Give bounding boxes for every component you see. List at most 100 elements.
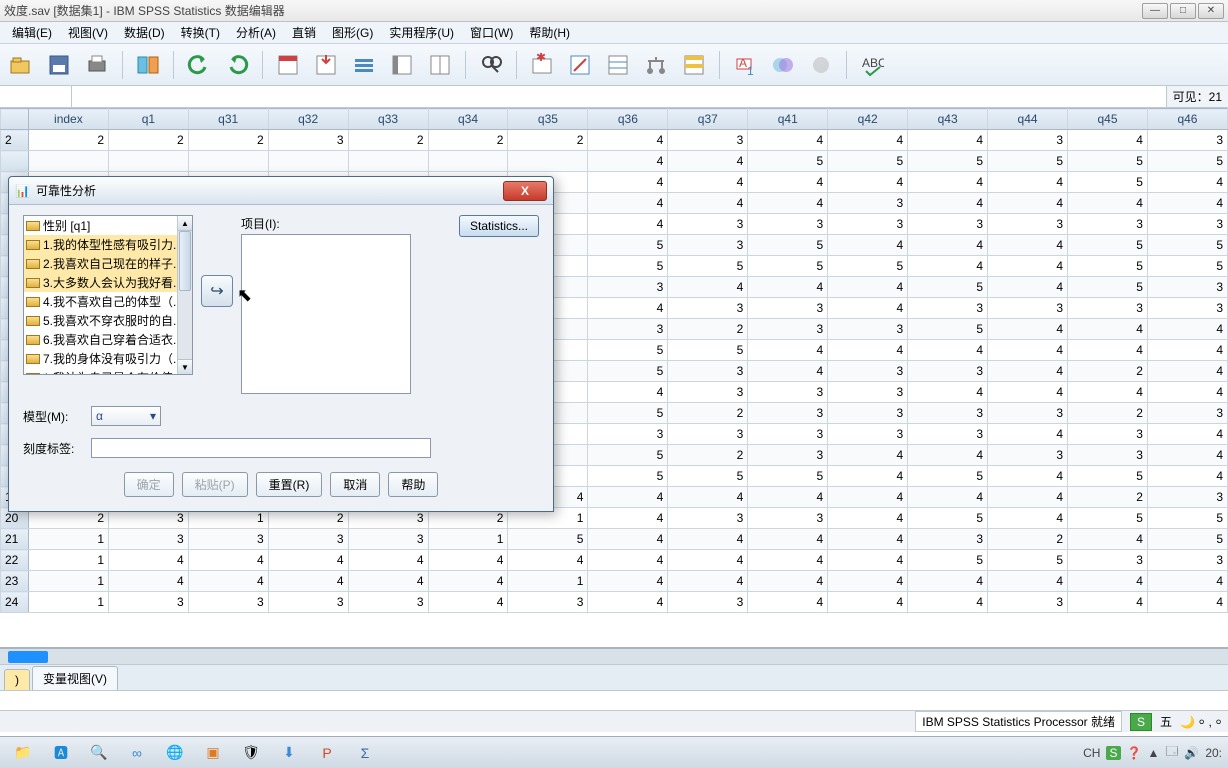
data-cell[interactable]: 5 <box>828 151 908 172</box>
tab-variable-view[interactable]: 变量视图(V) <box>32 666 118 690</box>
data-cell[interactable]: 2 <box>348 130 428 151</box>
data-cell[interactable]: 3 <box>668 235 748 256</box>
data-cell[interactable]: 4 <box>668 487 748 508</box>
data-cell[interactable] <box>348 151 428 172</box>
data-cell[interactable]: 5 <box>908 277 988 298</box>
data-cell[interactable]: 4 <box>588 508 668 529</box>
data-cell[interactable]: 5 <box>988 550 1068 571</box>
data-cell[interactable]: 3 <box>748 319 828 340</box>
data-cell[interactable]: 4 <box>908 487 988 508</box>
tray-up-icon[interactable]: ▲ <box>1147 746 1159 760</box>
data-cell[interactable]: 3 <box>109 592 189 613</box>
data-cell[interactable]: 4 <box>668 193 748 214</box>
data-cell[interactable]: 5 <box>1068 151 1148 172</box>
data-cell[interactable]: 4 <box>1147 361 1227 382</box>
tray-time[interactable]: 20: <box>1205 746 1222 760</box>
col-header[interactable]: q35 <box>508 109 588 130</box>
data-cell[interactable]: 5 <box>908 508 988 529</box>
data-cell[interactable] <box>28 151 108 172</box>
data-cell[interactable]: 3 <box>908 403 988 424</box>
data-cell[interactable]: 4 <box>1068 529 1148 550</box>
recall-dialog-icon[interactable] <box>133 50 163 80</box>
col-header[interactable]: q33 <box>348 109 428 130</box>
data-cell[interactable]: 2 <box>109 130 189 151</box>
data-cell[interactable]: 4 <box>588 151 668 172</box>
data-cell[interactable]: 4 <box>748 193 828 214</box>
data-cell[interactable]: 4 <box>588 529 668 550</box>
data-cell[interactable]: 5 <box>1147 508 1227 529</box>
tray-ch[interactable]: CH <box>1083 746 1100 760</box>
help-button[interactable]: 帮助 <box>388 472 438 497</box>
variable-item[interactable]: 1.我认为自己是个有价值... <box>24 368 177 375</box>
maximize-button[interactable]: □ <box>1170 3 1196 19</box>
data-cell[interactable]: 4 <box>828 172 908 193</box>
col-header[interactable]: q32 <box>268 109 348 130</box>
data-cell[interactable]: 4 <box>908 130 988 151</box>
data-cell[interactable]: 4 <box>508 550 588 571</box>
data-cell[interactable]: 4 <box>588 550 668 571</box>
data-cell[interactable]: 5 <box>748 256 828 277</box>
col-header[interactable]: index <box>28 109 108 130</box>
data-cell[interactable]: 5 <box>828 256 908 277</box>
row-number[interactable]: 21 <box>1 529 29 550</box>
data-cell[interactable]: 1 <box>28 592 108 613</box>
data-cell[interactable]: 3 <box>668 214 748 235</box>
data-cell[interactable]: 3 <box>348 529 428 550</box>
data-cell[interactable]: 3 <box>908 298 988 319</box>
data-cell[interactable]: 4 <box>988 319 1068 340</box>
data-cell[interactable]: 4 <box>748 529 828 550</box>
data-cell[interactable]: 4 <box>828 529 908 550</box>
col-header[interactable]: q43 <box>908 109 988 130</box>
data-cell[interactable]: 3 <box>908 214 988 235</box>
data-cell[interactable]: 3 <box>1147 214 1227 235</box>
data-cell[interactable]: 5 <box>588 340 668 361</box>
data-cell[interactable]: 4 <box>588 130 668 151</box>
data-cell[interactable]: 4 <box>748 277 828 298</box>
data-cell[interactable]: 4 <box>908 592 988 613</box>
data-cell[interactable]: 3 <box>748 508 828 529</box>
data-cell[interactable]: 4 <box>988 172 1068 193</box>
model-combo[interactable]: α ▾ <box>91 406 161 426</box>
data-cell[interactable]: 4 <box>1147 172 1227 193</box>
data-cell[interactable]: 5 <box>668 466 748 487</box>
data-cell[interactable]: 4 <box>908 382 988 403</box>
col-header[interactable]: q45 <box>1068 109 1148 130</box>
data-cell[interactable]: 4 <box>908 340 988 361</box>
scroll-thumb[interactable] <box>179 231 191 291</box>
data-cell[interactable]: 3 <box>908 529 988 550</box>
data-cell[interactable]: 5 <box>1147 235 1227 256</box>
task-chrome-icon[interactable]: 🌐 <box>158 740 192 766</box>
col-header[interactable]: q34 <box>428 109 508 130</box>
data-cell[interactable]: 5 <box>588 403 668 424</box>
data-cell[interactable]: 3 <box>1068 445 1148 466</box>
data-cell[interactable]: 4 <box>588 172 668 193</box>
show-all-icon[interactable] <box>806 50 836 80</box>
data-cell[interactable]: 4 <box>988 193 1068 214</box>
data-cell[interactable]: 3 <box>348 592 428 613</box>
data-cell[interactable] <box>109 151 189 172</box>
data-cell[interactable]: 3 <box>748 298 828 319</box>
insert-case-icon[interactable]: ✱ <box>527 50 557 80</box>
data-cell[interactable]: 3 <box>988 214 1068 235</box>
data-cell[interactable]: 4 <box>828 508 908 529</box>
formula-input[interactable] <box>72 86 1166 107</box>
data-cell[interactable]: 4 <box>988 487 1068 508</box>
data-cell[interactable]: 5 <box>668 256 748 277</box>
menu-window[interactable]: 窗口(W) <box>462 22 521 43</box>
data-cell[interactable]: 3 <box>668 592 748 613</box>
data-cell[interactable]: 4 <box>428 571 508 592</box>
data-cell[interactable]: 4 <box>428 592 508 613</box>
data-cell[interactable]: 4 <box>988 277 1068 298</box>
data-cell[interactable]: 4 <box>1147 592 1227 613</box>
task-download-icon[interactable]: ⬇ <box>272 740 306 766</box>
data-cell[interactable]: 3 <box>508 592 588 613</box>
data-cell[interactable]: 3 <box>1147 277 1227 298</box>
data-cell[interactable]: 4 <box>828 592 908 613</box>
insert-var-icon[interactable] <box>565 50 595 80</box>
data-cell[interactable]: 5 <box>988 151 1068 172</box>
data-cell[interactable]: 4 <box>748 130 828 151</box>
data-cell[interactable]: 4 <box>828 466 908 487</box>
data-cell[interactable]: 5 <box>1068 172 1148 193</box>
dialog-close-button[interactable]: X <box>503 181 547 201</box>
data-cell[interactable]: 3 <box>988 592 1068 613</box>
